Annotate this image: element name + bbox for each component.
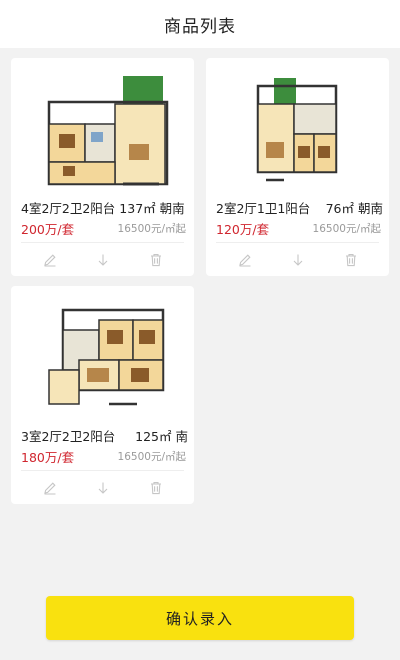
- card-title-text: 4室2厅2卫2阳台 137㎡ 朝南: [21, 201, 185, 216]
- card-title: 2室2厅1卫1阳台 76㎡ 朝南: [216, 198, 383, 217]
- card-actions: [11, 476, 194, 500]
- card-divider: [21, 470, 184, 471]
- edit-icon[interactable]: [233, 248, 257, 272]
- delete-icon[interactable]: [144, 248, 168, 272]
- card-price: 200万/套: [21, 222, 75, 237]
- card-divider: [216, 242, 379, 243]
- card-title-text: 3室2厅2卫2阳台: [21, 429, 116, 444]
- card-actions: [11, 248, 194, 272]
- card-title-area: 76㎡ 朝南: [325, 201, 383, 216]
- card-unit-price: 16500元/㎡起: [117, 451, 186, 463]
- card-price: 120万/套: [216, 222, 270, 237]
- page-title: 商品列表: [164, 16, 236, 37]
- card-unit-price: 16500元/㎡起: [312, 223, 381, 235]
- card-title: 4室2厅2卫2阳台 137㎡ 朝南: [21, 198, 188, 217]
- delete-icon[interactable]: [339, 248, 363, 272]
- edit-icon[interactable]: [38, 248, 62, 272]
- floor-plan-image: [19, 64, 186, 194]
- card-divider: [21, 242, 184, 243]
- card-title: 3室2厅2卫2阳台 125㎡ 南: [21, 426, 188, 445]
- card-actions: [206, 248, 389, 272]
- edit-icon[interactable]: [38, 476, 62, 500]
- product-card[interactable]: 4室2厅2卫2阳台 137㎡ 朝南 200万/套 16500元/㎡起: [11, 58, 194, 276]
- floor-plan-image: [214, 64, 381, 194]
- card-unit-price: 16500元/㎡起: [117, 223, 186, 235]
- delete-icon[interactable]: [144, 476, 168, 500]
- card-title-area: 125㎡ 南: [135, 429, 188, 444]
- confirm-entry-button[interactable]: 确认录入: [46, 596, 354, 640]
- product-card[interactable]: 2室2厅1卫1阳台 76㎡ 朝南 120万/套 16500元/㎡起: [206, 58, 389, 276]
- download-icon[interactable]: [286, 248, 310, 272]
- card-price: 180万/套: [21, 450, 75, 465]
- card-title-text: 2室2厅1卫1阳台: [216, 201, 311, 216]
- product-card[interactable]: 3室2厅2卫2阳台 125㎡ 南 180万/套 16500元/㎡起: [11, 286, 194, 504]
- download-icon[interactable]: [91, 248, 115, 272]
- header-bar: 商品列表: [0, 0, 400, 48]
- floor-plan-image: [19, 292, 186, 422]
- download-icon[interactable]: [91, 476, 115, 500]
